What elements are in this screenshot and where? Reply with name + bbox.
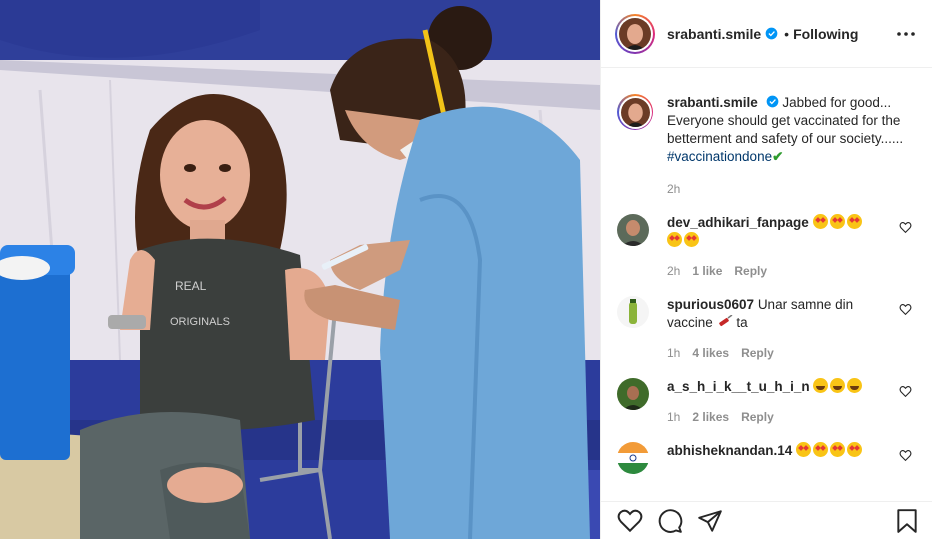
verified-badge-icon [765, 27, 778, 40]
comment-icon[interactable] [657, 508, 683, 534]
vaccination-photo: REAL ORIGINALS [0, 0, 600, 539]
caption-timestamp[interactable]: 2h [667, 180, 907, 198]
caption-username[interactable]: srabanti.smile [667, 95, 758, 110]
heart-icon[interactable] [899, 449, 912, 462]
comment-reply-button[interactable]: Reply [741, 408, 774, 426]
post-caption: srabanti.smile Jabbed for good... Everyo… [617, 68, 916, 198]
header-separator: • [784, 25, 790, 42]
share-icon[interactable] [697, 508, 723, 534]
instagram-post-view: REAL ORIGINALS srabanti.smile • Followin… [0, 0, 932, 539]
comment-item: dev_adhikari_fanpage 2h 1 like Reply [617, 214, 916, 280]
commenter-avatar[interactable] [617, 442, 649, 474]
comment-item: abhisheknandan.14 [617, 442, 916, 474]
caption-avatar [620, 97, 650, 127]
bookmark-icon[interactable] [894, 508, 920, 534]
verified-badge-icon [766, 95, 778, 108]
author-avatar [619, 17, 651, 50]
comment-likes[interactable]: 4 likes [692, 344, 729, 362]
post-header: srabanti.smile • Following [601, 0, 932, 68]
heart-icon[interactable] [899, 385, 912, 398]
syringe-emoji-icon [718, 314, 732, 327]
more-options-icon[interactable] [894, 22, 918, 46]
author-username[interactable]: srabanti.smile [667, 26, 761, 42]
comment-reply-button[interactable]: Reply [734, 262, 767, 280]
comment-username[interactable]: dev_adhikari_fanpage [667, 215, 809, 230]
comment-time[interactable]: 1h [667, 344, 680, 362]
commenter-avatar[interactable] [617, 214, 649, 246]
caption-hashtag-link[interactable]: #vaccinationdone [667, 149, 772, 164]
comment-meta: 2h 1 like Reply [667, 262, 879, 280]
heart-icon[interactable] [617, 508, 643, 534]
author-avatar-ring[interactable] [615, 13, 655, 54]
svg-text:ORIGINALS: ORIGINALS [170, 316, 230, 328]
comment-meta: 1h 2 likes Reply [667, 408, 879, 426]
follow-status-button[interactable]: Following [793, 26, 858, 42]
comment-item: spurious0607 Unar samne din vaccine ta 1… [617, 296, 916, 362]
comment-likes[interactable]: 2 likes [692, 408, 729, 426]
comment-text-tail: ta [736, 315, 748, 330]
comment-username[interactable]: spurious0607 [667, 297, 754, 312]
comment-meta: 1h 4 likes Reply [667, 344, 879, 362]
comment-username[interactable]: a_s_h_i_k__t_u_h_i_n [667, 379, 810, 394]
heart-icon[interactable] [899, 303, 912, 316]
post-actions-bar [601, 501, 932, 539]
comment-username[interactable]: abhisheknandan.14 [667, 443, 792, 458]
comments-list[interactable]: srabanti.smile Jabbed for good... Everyo… [601, 68, 932, 501]
commenter-avatar[interactable] [617, 296, 649, 328]
comment-time[interactable]: 2h [667, 262, 680, 280]
laughing-emojis [813, 378, 864, 394]
comment-reply-button[interactable]: Reply [741, 344, 774, 362]
comment-likes[interactable]: 1 like [692, 262, 722, 280]
svg-text:REAL: REAL [175, 279, 207, 293]
caption-avatar-ring[interactable] [617, 94, 653, 130]
heart-icon[interactable] [899, 221, 912, 234]
comment-item: a_s_h_i_k__t_u_h_i_n 1h 2 likes Reply [617, 378, 916, 426]
post-side-panel: srabanti.smile • Following srabanti.smil… [600, 0, 932, 539]
star-struck-emojis [796, 442, 864, 458]
post-photo[interactable]: REAL ORIGINALS [0, 0, 600, 539]
commenter-avatar[interactable] [617, 378, 649, 410]
comment-time[interactable]: 1h [667, 408, 680, 426]
check-mark-emoji: ✔ [772, 149, 784, 164]
